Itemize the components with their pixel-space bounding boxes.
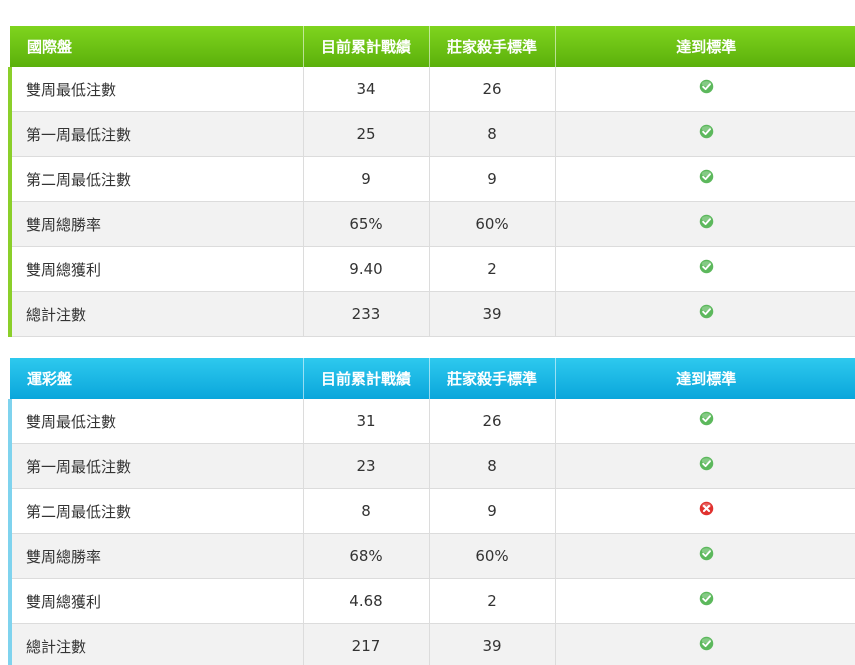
standard-value: 9 [429,156,556,202]
row-label: 雙周最低注數 [8,67,304,112]
current-value: 4.68 [303,578,430,624]
status-cell [555,399,855,444]
standard-value: 8 [429,443,556,489]
current-value: 9.40 [303,246,430,292]
current-value: 68% [303,533,430,579]
table-row: 雙周總獲利 9.40 2 [8,246,855,292]
table-header-row: 運彩盤 目前累計戰績 莊家殺手標準 達到標準 [10,358,855,399]
table-row: 雙周總獲利 4.68 2 [8,578,855,624]
row-label: 第一周最低注數 [8,111,304,157]
x-circle-icon [699,501,713,516]
status-cell [555,246,855,292]
table-header-row: 國際盤 目前累計戰績 莊家殺手標準 達到標準 [10,26,855,67]
check-circle-icon [699,636,713,651]
current-value: 34 [303,67,430,112]
status-cell [555,111,855,157]
status-cell [555,578,855,624]
row-label: 總計注數 [8,623,304,665]
current-value: 25 [303,111,430,157]
check-circle-icon [699,259,713,274]
standard-value: 9 [429,488,556,534]
status-cell [555,443,855,489]
table-row: 總計注數 217 39 [8,623,855,665]
check-circle-icon [699,456,713,471]
check-circle-icon [699,304,713,319]
standard-value: 39 [429,291,556,337]
current-value: 31 [303,399,430,444]
column-header-status: 達到標準 [555,358,855,399]
status-cell [555,533,855,579]
table-row: 雙周總勝率 68% 60% [8,533,855,579]
table-row: 總計注數 233 39 [8,291,855,337]
status-cell [555,201,855,247]
column-header-current: 目前累計戰績 [303,26,430,67]
standard-value: 60% [429,201,556,247]
standard-value: 60% [429,533,556,579]
table-title: 運彩盤 [10,358,304,399]
check-circle-icon [699,591,713,606]
row-label: 雙周總獲利 [8,578,304,624]
status-cell [555,156,855,202]
row-label: 第二周最低注數 [8,488,304,534]
current-value: 23 [303,443,430,489]
standard-value: 2 [429,578,556,624]
current-value: 217 [303,623,430,665]
page: 國際盤 目前累計戰績 莊家殺手標準 達到標準 雙周最低注數 34 26 第一周最… [0,0,855,665]
row-label: 第一周最低注數 [8,443,304,489]
table-row: 雙周最低注數 34 26 [8,67,855,112]
current-value: 233 [303,291,430,337]
check-circle-icon [699,214,713,229]
row-label: 第二周最低注數 [8,156,304,202]
current-value: 9 [303,156,430,202]
table-row: 第二周最低注數 9 9 [8,156,855,202]
table-row: 雙周總勝率 65% 60% [8,201,855,247]
table-title: 國際盤 [10,26,304,67]
check-circle-icon [699,169,713,184]
row-label: 雙周總勝率 [8,533,304,579]
standard-value: 39 [429,623,556,665]
column-header-status: 達到標準 [555,26,855,67]
check-circle-icon [699,411,713,426]
table-row: 第一周最低注數 25 8 [8,111,855,157]
table-row: 雙周最低注數 31 26 [8,399,855,444]
standard-value: 26 [429,67,556,112]
standard-value: 2 [429,246,556,292]
status-cell [555,291,855,337]
check-circle-icon [699,79,713,94]
international-odds-table: 國際盤 目前累計戰績 莊家殺手標準 達到標準 雙周最低注數 34 26 第一周最… [8,26,855,337]
column-header-standard: 莊家殺手標準 [429,358,556,399]
table-row: 第一周最低注數 23 8 [8,443,855,489]
current-value: 65% [303,201,430,247]
standard-value: 8 [429,111,556,157]
standard-value: 26 [429,399,556,444]
row-label: 雙周總獲利 [8,246,304,292]
status-cell [555,67,855,112]
check-circle-icon [699,124,713,139]
check-circle-icon [699,546,713,561]
column-header-standard: 莊家殺手標準 [429,26,556,67]
column-header-current: 目前累計戰績 [303,358,430,399]
row-label: 雙周最低注數 [8,399,304,444]
status-cell [555,623,855,665]
row-label: 總計注數 [8,291,304,337]
row-label: 雙周總勝率 [8,201,304,247]
status-cell [555,488,855,534]
sports-lottery-odds-table: 運彩盤 目前累計戰績 莊家殺手標準 達到標準 雙周最低注數 31 26 第一周最… [8,358,855,665]
current-value: 8 [303,488,430,534]
table-row: 第二周最低注數 8 9 [8,488,855,534]
